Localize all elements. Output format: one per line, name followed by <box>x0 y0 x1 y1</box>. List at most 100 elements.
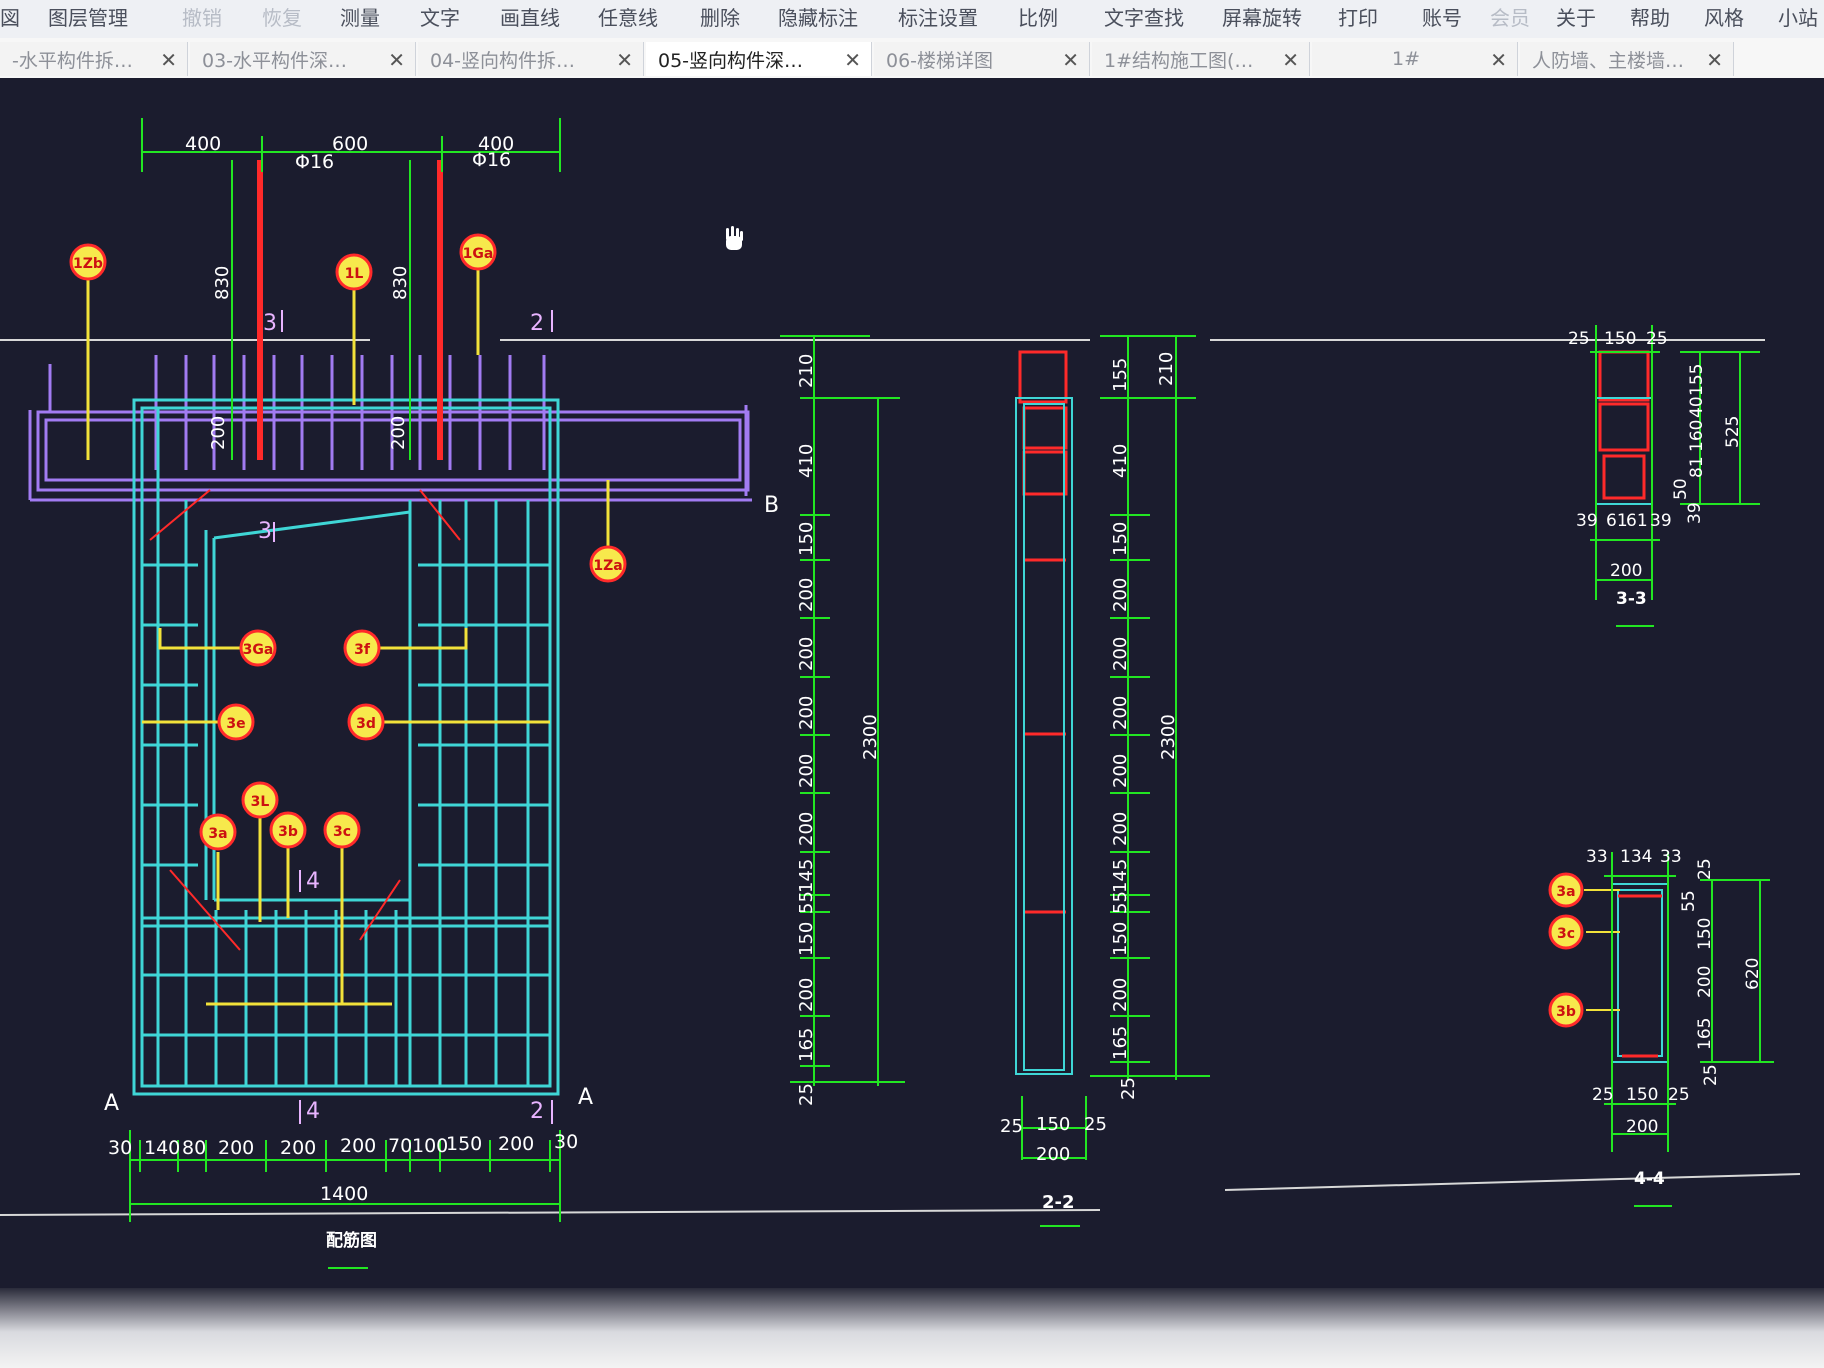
close-icon[interactable]: ✕ <box>844 48 861 72</box>
toolbar-account[interactable]: 账号 <box>1422 2 1462 31</box>
tab-horizontal-split[interactable]: -水平构件拆… ✕ <box>0 42 188 76</box>
dim-1400: 1400 <box>320 1183 368 1205</box>
elevation-caption: 配筋图 <box>326 1230 377 1251</box>
tab-label: 04-竖向构件拆… <box>430 49 576 72</box>
close-icon[interactable]: ✕ <box>1282 48 1299 72</box>
svg-text:3: 3 <box>263 311 277 336</box>
sec22-dim-200-c: 200 <box>1110 696 1131 730</box>
section-4-4: 3a 3c 3b 33 134 33 25 55 150 200 165 25 … <box>1548 847 1774 1207</box>
toolbar-mini-site[interactable]: 小站 <box>1778 2 1818 31</box>
tab-vertical-detail[interactable]: 05-竖向构件深… ✕ <box>646 42 872 76</box>
tab-label: 1# <box>1392 48 1421 70</box>
toolbar-about[interactable]: 关于 <box>1556 2 1596 31</box>
coldim-200-d: 200 <box>796 754 817 788</box>
tab-label: 05-竖向构件深… <box>658 49 804 72</box>
coldim-200-f: 200 <box>796 978 817 1012</box>
toolbar-text[interactable]: 文字 <box>420 2 460 31</box>
coldim-200-b: 200 <box>796 637 817 671</box>
tag-3f: 3f <box>343 629 381 667</box>
toolbar-layer-manager[interactable]: 图层管理 <box>48 2 128 31</box>
tab-building-1[interactable]: 1# ✕ <box>1312 42 1518 76</box>
svg-text:3a: 3a <box>1556 884 1575 900</box>
svg-text:2: 2 <box>530 311 544 336</box>
close-icon[interactable]: ✕ <box>1490 48 1507 72</box>
tab-structural-drawing[interactable]: 1#结构施工图(… ✕ <box>1092 42 1310 76</box>
tab-civil-defense-wall[interactable]: 人防墙、主楼墙… ✕ <box>1520 42 1734 76</box>
tab-label: 1#结构施工图(… <box>1104 49 1254 72</box>
section44-tags: 3a 3c 3b <box>1548 872 1584 1028</box>
svg-text:3b: 3b <box>1556 1004 1576 1020</box>
close-icon[interactable]: ✕ <box>1062 48 1079 72</box>
tag-1l: 1L <box>335 253 373 291</box>
svg-text:4: 4 <box>306 869 320 894</box>
sec33-width-200: 200 <box>1610 561 1642 581</box>
toolbar-delete[interactable]: 删除 <box>700 2 740 31</box>
sec33-bottom-61-b: 61 <box>1626 511 1648 531</box>
toolbar-membership[interactable]: 会员 <box>1490 2 1530 31</box>
tab-vertical-split[interactable]: 04-竖向构件拆… ✕ <box>418 42 644 76</box>
dim-200-c: 200 <box>340 1135 376 1157</box>
toolbar-redo[interactable]: 恢复 <box>262 2 302 31</box>
svg-text:3c: 3c <box>1557 926 1575 942</box>
sec44-dim-25-top: 25 <box>1695 858 1715 880</box>
dim-140: 140 <box>144 1137 180 1159</box>
toolbar-help[interactable]: 帮助 <box>1630 2 1670 31</box>
coldim-210: 210 <box>796 354 817 388</box>
svg-text:2: 2 <box>530 1099 544 1124</box>
screen-bottom-edge <box>0 1288 1824 1368</box>
coldim-165: 165 <box>796 1028 817 1062</box>
tag-3c: 3c <box>323 811 361 849</box>
tag-1za: 1Za <box>589 545 627 583</box>
toolbar-text-search[interactable]: 文字查找 <box>1104 2 1184 31</box>
tab-stair-detail[interactable]: 06-楼梯详图 ✕ <box>874 42 1090 76</box>
tab-horizontal-detail[interactable]: 03-水平构件深… ✕ <box>190 42 416 76</box>
close-icon[interactable]: ✕ <box>1706 48 1723 72</box>
coldim-200-a: 200 <box>796 578 817 612</box>
sec22-title: 2-2 <box>1042 1192 1075 1213</box>
sec33-dim-50: 50 <box>1671 478 1691 500</box>
drawing-canvas[interactable]: 400 600 400 Φ16 Φ16 830 830 200 200 3 2 … <box>0 78 1824 1288</box>
sec22-dim-150: 150 <box>1110 522 1131 556</box>
sec22-bottom-25-right: 25 <box>1084 1114 1107 1135</box>
sec44-bottom-25-left: 25 <box>1592 1085 1614 1105</box>
toolbar-style[interactable]: 风格 <box>1704 2 1744 31</box>
toolbar-measure[interactable]: 测量 <box>340 2 380 31</box>
sec33-dim-40: 40 <box>1687 396 1707 418</box>
cad-drawing: 400 600 400 Φ16 Φ16 830 830 200 200 3 2 … <box>0 118 1801 1269</box>
coldim-145: 145 <box>796 859 817 893</box>
close-icon[interactable]: ✕ <box>160 48 177 72</box>
toolbar-rotate-screen[interactable]: 屏幕旋转 <box>1222 2 1302 31</box>
sec22-dim-145: 145 <box>1110 859 1131 893</box>
sec44-top-134: 134 <box>1620 847 1652 867</box>
reference-lines <box>0 339 1801 1216</box>
sec22-total-2300: 2300 <box>1158 714 1179 760</box>
coldim-150-b: 150 <box>796 922 817 956</box>
toolbar-undo[interactable]: 撤销 <box>182 2 222 31</box>
toolbar-item-0[interactable]: 図 <box>0 2 20 31</box>
sec22-dim-155: 155 <box>1110 358 1131 392</box>
toolbar-print[interactable]: 打印 <box>1338 2 1378 31</box>
toolbar-scale[interactable]: 比例 <box>1018 2 1058 31</box>
svg-text:3f: 3f <box>354 642 371 658</box>
svg-text:1Za: 1Za <box>593 558 622 574</box>
sec22-dim-200-d: 200 <box>1110 754 1131 788</box>
sec44-bottom-25-right: 25 <box>1668 1085 1690 1105</box>
sec44-dim-165: 165 <box>1695 1018 1715 1050</box>
svg-text:1Ga: 1Ga <box>463 246 494 262</box>
sec22-dim-200-a: 200 <box>1110 578 1131 612</box>
sec33-top-150: 150 <box>1604 329 1636 349</box>
sec44-width-200: 200 <box>1626 1117 1658 1137</box>
tag-1zb: 1Zb <box>69 243 107 281</box>
close-icon[interactable]: ✕ <box>616 48 633 72</box>
coldim-55: 55 <box>796 891 817 914</box>
sec22-dim-200-b: 200 <box>1110 637 1131 671</box>
toolbar-hide-annotations[interactable]: 隐藏标注 <box>778 2 858 31</box>
sec44-top-33-left: 33 <box>1586 847 1608 867</box>
sec22-width-200: 200 <box>1036 1144 1070 1165</box>
toolbar-freehand[interactable]: 任意线 <box>598 2 658 31</box>
coldim-200-e: 200 <box>796 812 817 846</box>
close-icon[interactable]: ✕ <box>388 48 405 72</box>
toolbar-line[interactable]: 画直线 <box>500 2 560 31</box>
sec22-dim-150-b: 150 <box>1110 922 1131 956</box>
toolbar-annotation-settings[interactable]: 标注设置 <box>898 2 978 31</box>
